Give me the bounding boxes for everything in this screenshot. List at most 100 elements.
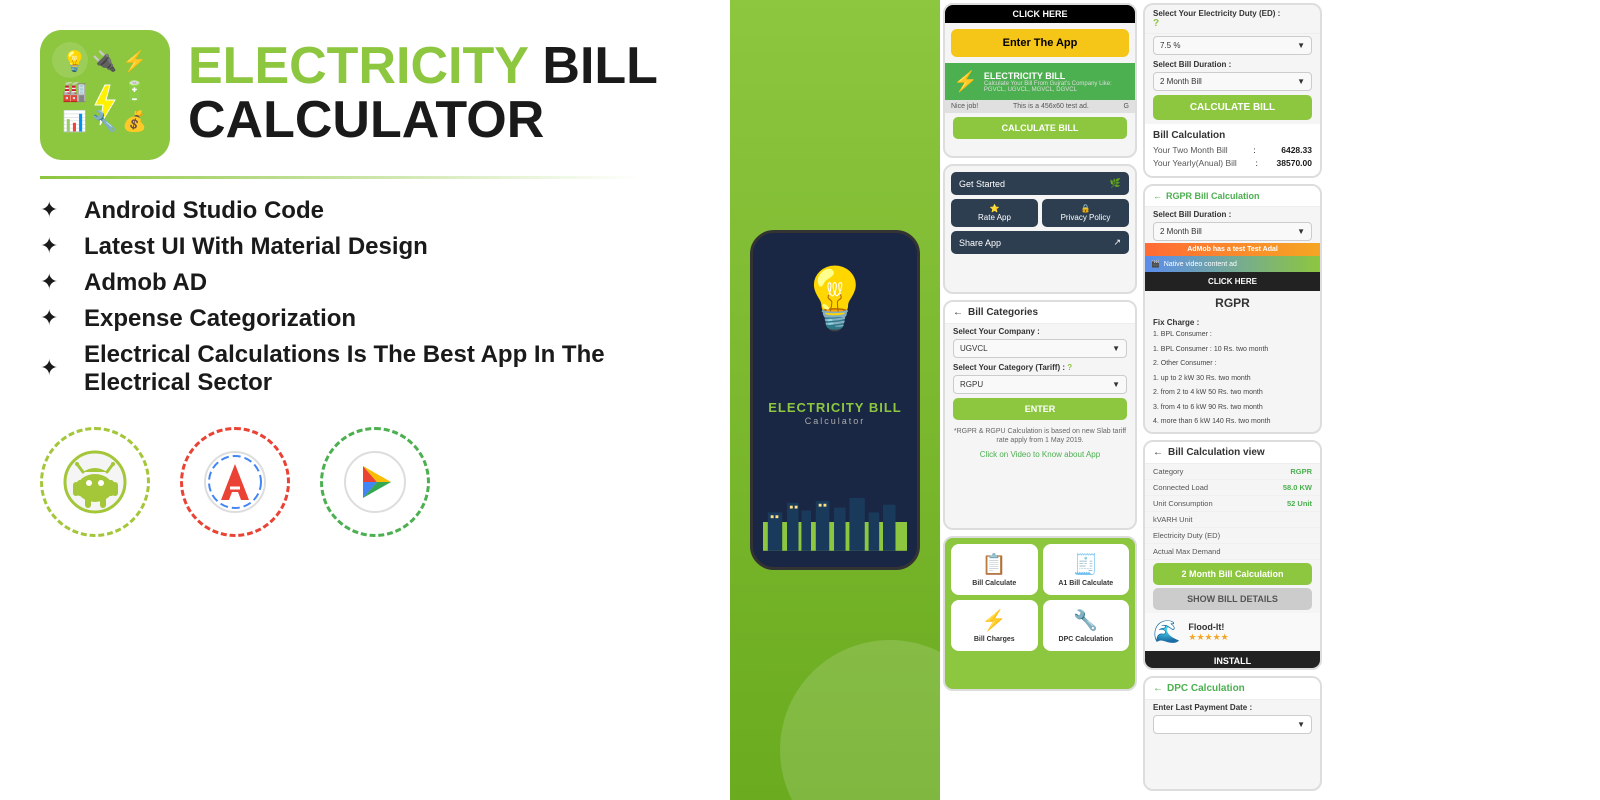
install-bar[interactable]: INSTALL [1145,651,1320,670]
kvarh-row: kVARH Unit [1145,512,1320,528]
phone-bulb-icon: 💡 [798,263,873,334]
calculate-bill-btn[interactable]: CALCULATE BILL [953,117,1127,139]
ad-icon: G [1124,103,1129,110]
category-label-bv: Category [1153,467,1183,476]
android-badge[interactable] [40,427,150,537]
screenshot-billview: ← Bill Calculation view Category RGPR Co… [1143,440,1322,670]
rgpr-duration-dropdown[interactable]: 2 Month Bill ▼ [1153,222,1312,241]
billview-header: ← Bill Calculation view [1145,442,1320,464]
chevron-down-icon: ▼ [1112,344,1120,353]
actual-max-row: Actual Max Demand [1145,544,1320,560]
enter-app-btn[interactable]: Enter The App [951,29,1129,57]
admob-badge[interactable] [180,427,290,537]
video-link[interactable]: Click on Video to Know about App [945,448,1135,461]
connected-load-label: Connected Load [1153,483,1208,492]
note-text: *RGPR & RGPU Calculation is based on new… [945,424,1135,448]
phone-app-title: ELECTRICITY BILL [768,400,901,416]
screenshot-bill-categories: ← Bill Categories Select Your Company : … [943,300,1137,530]
bill-calc-icon: 📋 [982,552,1007,577]
enter-btn[interactable]: ENTER [953,398,1127,420]
chevron-down-duty: ▼ [1297,41,1305,50]
company-dropdown[interactable]: UGVCL ▼ [953,339,1127,358]
share-icon: ↗ [1113,237,1121,248]
get-started-btn[interactable]: Get Started 🌿 [951,172,1129,195]
app-header-subtitle: Calculate Your Bill From Gujrat's Compan… [984,81,1127,93]
bill-top-bar: Select Your Electricity Duty (ED) : ? [1145,5,1320,34]
svg-text:📊: 📊 [62,109,87,133]
help-icon-duty: ? [1153,18,1159,29]
other-consumer-title: 2. Other Consumer : [1145,357,1320,372]
kvarh-label: kVARH Unit [1153,515,1192,524]
star-icon-rate: ⭐ [957,204,1032,213]
feature-text-5: Electrical Calculations Is The Best App … [84,341,690,397]
feature-item-5: ✦ Electrical Calculations Is The Best Ap… [40,341,690,397]
test-ad-bar: AdMob has a test Test Adal [1145,243,1320,256]
share-app-btn[interactable]: Share App ↗ [951,231,1129,254]
calculate-bill-green-btn[interactable]: CALCULATE BILL [1153,95,1312,120]
chevron-down-icon-cat: ▼ [1112,380,1120,389]
app-header-green: ⚡ ELECTRICITY BILL Calculate Your Bill F… [945,63,1135,100]
feature-text-4: Expense Categorization [84,305,356,333]
yearly-row: Your Yearly(Anual) Bill : 38570.00 [1153,158,1312,168]
feature-item-3: ✦ Admob AD [40,269,690,297]
dpc-calc-icon-cell[interactable]: 🔧 DPC Calculation [1043,600,1130,651]
center-panel: 💡 ELECTRICITY BILL Calculator [730,0,940,800]
two-month-row: Your Two Month Bill : 6428.33 [1153,145,1312,155]
privacy-policy-btn[interactable]: 🔒 Privacy Policy [1042,199,1129,227]
yearly-value: 38570.00 [1277,158,1312,168]
app-title-block: ELECTRICITY BILL CALCULATOR [188,40,658,149]
back-arrow-dpc: ← [1153,683,1163,694]
energy-charge-title: Energy Charge : [1145,430,1320,435]
flood-stars: ★★★★★ [1188,632,1228,643]
click-here-banner: CLICK HERE [945,5,1135,23]
rate-app-btn[interactable]: ⭐ Rate App [951,199,1038,227]
feature-text-2: Latest UI With Material Design [84,233,428,261]
click-here-bar2[interactable]: CLICK HERE [1145,272,1320,291]
show-bill-details-btn[interactable]: SHOW BILL DETAILS [1153,588,1312,610]
native-ad-icon: 🎬 [1151,260,1160,268]
back-arrow-icon: ← [953,307,963,318]
category-label: Select Your Category (Tariff) : ? [945,360,1135,373]
bpl-val: 1. BPL Consumer : 10 Rs. two month [1145,343,1320,358]
store-icons [40,427,690,537]
a1-bill-label: A1 Bill Calculate [1058,580,1113,587]
screenshot-calculate-bill: Select Your Electricity Duty (ED) : ? 7.… [1143,3,1322,178]
ad-nice-job: Nice job! [951,103,978,110]
electricity-duty-row: Electricity Duty (ED) [1145,528,1320,544]
category-dropdown[interactable]: RGPU ▼ [953,375,1127,394]
title-calculator: CALCULATOR [188,92,658,149]
rgpr-title: RGPR [1145,291,1320,315]
rgpr-bill-header: ← RGPR Bill Calculation [1145,186,1320,207]
result-box: Bill Calculation Your Two Month Bill : 6… [1145,124,1320,177]
app-header-title: ELECTRICITY BILL [984,71,1127,81]
title-electricity: ELECTRICITY [188,37,528,95]
screenshot-app-intro: CLICK HERE Enter The App ⚡ ELECTRICITY B… [943,3,1137,158]
feature-item-2: ✦ Latest UI With Material Design [40,233,690,261]
bill-calculate-icon-cell[interactable]: 📋 Bill Calculate [951,544,1038,595]
native-ad-bar: 🎬 Native video content ad [1145,256,1320,272]
result-title: Bill Calculation [1153,130,1312,141]
bill-calc-label: Bill Calculate [972,580,1016,587]
playstore-badge[interactable] [320,427,430,537]
rgpr-duration-label: Select Bill Duration : [1145,207,1320,220]
back-arrow-rgpr: ← [1153,191,1162,201]
bill-charges-icon-cell[interactable]: ⚡ Bill Charges [951,600,1038,651]
other-val3: 3. from 4 to 6 kW 90 Rs. two month [1145,401,1320,416]
phone-app-subtitle: Calculator [768,416,901,426]
duration-dropdown[interactable]: 2 Month Bill ▼ [1153,72,1312,91]
other-val1: 1. up to 2 kW 30 Rs. two month [1145,372,1320,387]
feature-text-3: Admob AD [84,269,207,297]
duty-dropdown[interactable]: 7.5 % ▼ [1153,36,1312,55]
duty-ed-label: Select Your Electricity Duty (ED) : [1153,9,1280,18]
categories-header: ← Bill Categories [945,302,1135,324]
rate-privacy-row: ⭐ Rate App 🔒 Privacy Policy [951,199,1129,227]
two-month-calc-btn[interactable]: 2 Month Bill Calculation [1153,563,1312,585]
fix-charge-title: Fix Charge : [1145,315,1320,328]
payment-date-input[interactable]: ▼ [1153,715,1312,734]
bpl-title: 1. BPL Consumer : [1145,328,1320,343]
a1-bill-icon-cell[interactable]: 🧾 A1 Bill Calculate [1043,544,1130,595]
nav-buttons-container: Get Started 🌿 ⭐ Rate App 🔒 Privacy Polic… [945,166,1135,260]
unit-label: Unit Consumption [1153,499,1213,508]
left-panel: 💡 🔌 ⚡ 🏭 🔋 📊 🔧 💰 ELECTRICITY BILL CALCULA… [0,0,730,800]
help-icon: ? [1067,363,1072,372]
